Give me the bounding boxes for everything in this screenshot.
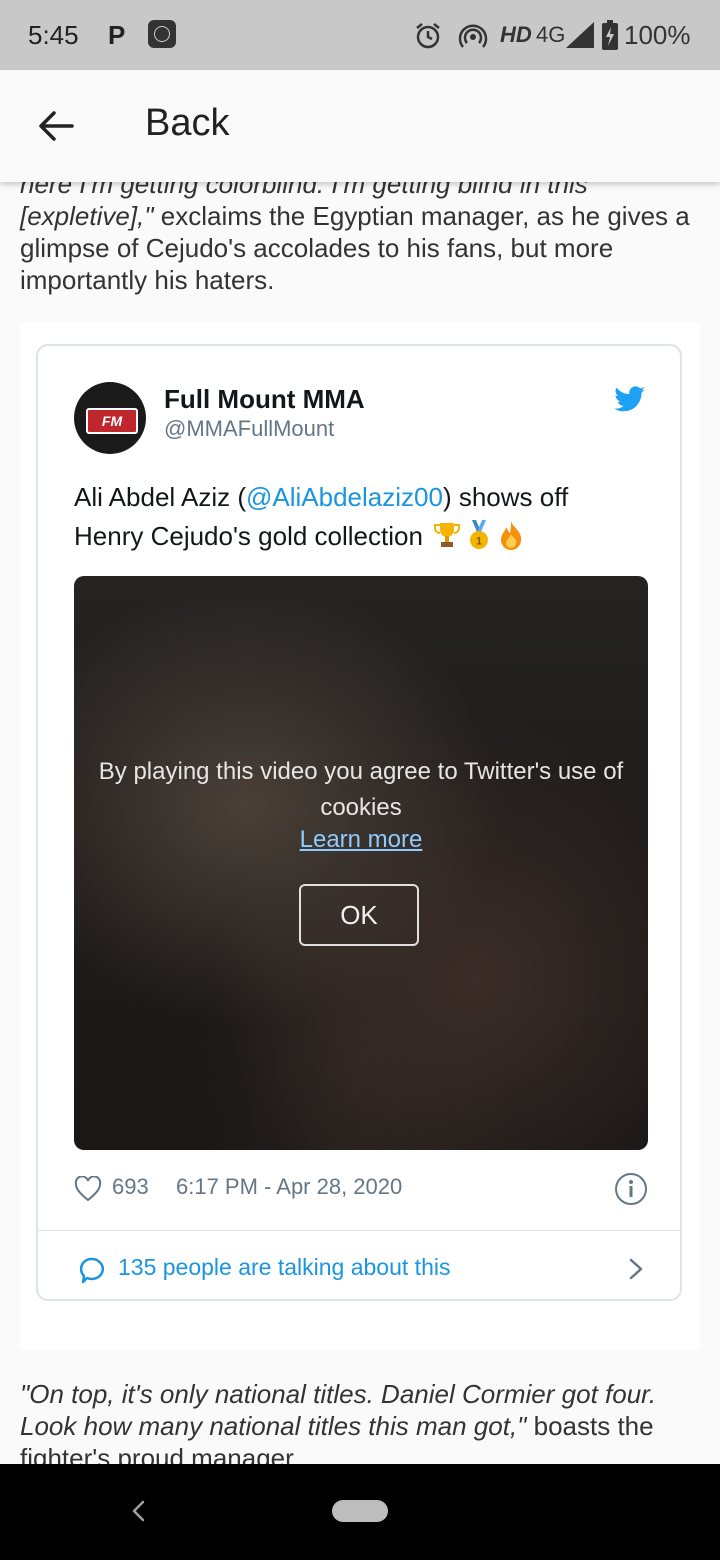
- video-player[interactable]: By playing this video you agree to Twitt…: [74, 576, 648, 1150]
- conversation-link[interactable]: 135 people are talking about this: [118, 1254, 450, 1281]
- status-time: 5:45: [28, 20, 79, 50]
- network-hd-label: HD: [500, 22, 532, 47]
- status-bar: 5:45 P HD 4G 100%: [0, 0, 720, 70]
- parking-icon: P: [108, 20, 126, 50]
- tweet-card[interactable]: FM Full Mount MMA @MMAFullMount Ali Abde…: [36, 344, 682, 1301]
- chevron-right-icon[interactable]: [624, 1256, 648, 1282]
- battery-percent: 100%: [624, 20, 691, 50]
- network-type-label: 4G: [536, 22, 566, 47]
- trophy-emoji-icon: [434, 523, 461, 547]
- article-paragraph-bottom: "On top, it's only national titles. Dani…: [20, 1378, 700, 1474]
- app-bar: Back: [0, 70, 720, 182]
- tweet-timestamp[interactable]: 6:17 PM - Apr 28, 2020: [176, 1174, 402, 1200]
- tweet-text-before: Ali Abdel Aziz (: [74, 482, 246, 512]
- home-pill-button[interactable]: [332, 1500, 388, 1522]
- tweet-text: Ali Abdel Aziz (@AliAbdelaziz00) shows o…: [74, 478, 644, 556]
- article-paragraph-top: here I'm getting colorblind. I'm getting…: [20, 168, 700, 296]
- medal-emoji-icon: 1: [470, 520, 489, 549]
- nav-back-icon[interactable]: [128, 1498, 150, 1524]
- avatar[interactable]: FM: [74, 382, 146, 454]
- tweet-author-handle[interactable]: @MMAFullMount: [164, 416, 334, 442]
- chat-bubble-icon: [79, 1257, 104, 1284]
- like-count[interactable]: 693: [112, 1174, 149, 1200]
- alarm-icon: [416, 23, 440, 49]
- back-arrow-icon[interactable]: [36, 106, 76, 146]
- tweet-divider: [38, 1230, 680, 1231]
- ok-button[interactable]: OK: [299, 884, 419, 946]
- back-title[interactable]: Back: [145, 102, 229, 145]
- twitter-bird-icon[interactable]: [614, 386, 646, 414]
- heart-icon[interactable]: [74, 1176, 102, 1202]
- tweet-mention-link[interactable]: @AliAbdelaziz00: [246, 482, 443, 512]
- hotspot-icon: [458, 24, 488, 48]
- fire-emoji-icon: [501, 521, 522, 550]
- battery-icon: [602, 20, 618, 50]
- learn-more-link[interactable]: Learn more: [74, 826, 648, 854]
- cookie-message: By playing this video you agree to Twitt…: [98, 758, 624, 821]
- conversation-row[interactable]: 135 people are talking about this: [74, 1250, 648, 1286]
- avatar-logo: FM: [86, 408, 138, 434]
- quote-italic-2: [expletive],": [20, 201, 154, 231]
- info-icon[interactable]: [614, 1172, 648, 1206]
- svg-text:1: 1: [476, 536, 482, 548]
- tweet-meta-row: 693 6:17 PM - Apr 28, 2020: [74, 1172, 648, 1206]
- signal-icon: [566, 22, 594, 48]
- tweet-author-name[interactable]: Full Mount MMA: [164, 384, 365, 415]
- mi-icon: [148, 20, 176, 48]
